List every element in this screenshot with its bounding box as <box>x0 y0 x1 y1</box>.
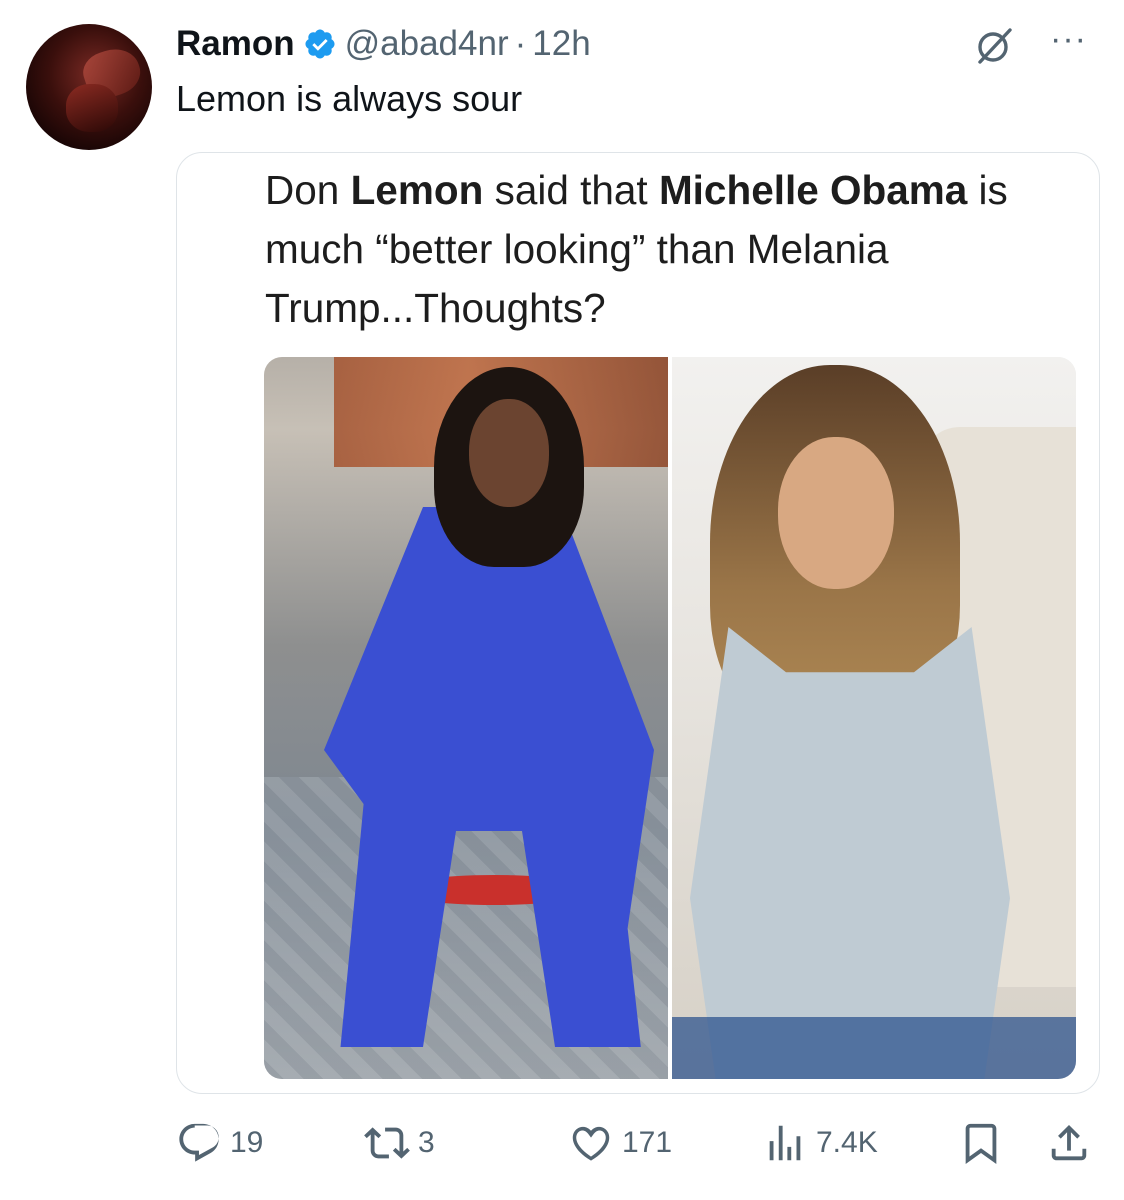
repost-button[interactable]: 3 <box>364 1118 435 1168</box>
grok-icon[interactable] <box>972 24 1016 68</box>
photo-divider <box>668 357 672 1079</box>
right-photo <box>670 357 1076 1079</box>
tweet-text: Lemon is always sour <box>176 78 523 119</box>
reply-icon <box>179 1123 219 1162</box>
meme-photos[interactable] <box>264 357 1076 1079</box>
blue-trim-shape <box>670 1017 1076 1079</box>
caption-part: Don <box>265 167 351 213</box>
reply-button[interactable]: 19 <box>176 1118 263 1168</box>
author-handle[interactable]: @abad4nr <box>345 24 509 64</box>
timestamp[interactable]: 12h <box>532 24 590 64</box>
action-bar: 19 3 171 7.4K <box>0 1118 1124 1168</box>
more-icon[interactable]: ··· <box>1050 20 1087 59</box>
meme-caption: Don Lemon said that Michelle Obama is mu… <box>265 161 1087 338</box>
bookmark-button[interactable] <box>958 1118 1004 1168</box>
views-count: 7.4K <box>816 1126 878 1159</box>
share-icon <box>1051 1124 1087 1161</box>
views-button[interactable]: 7.4K <box>762 1118 878 1168</box>
share-button[interactable] <box>1046 1118 1092 1168</box>
caption-part-bold: Michelle Obama <box>658 167 968 213</box>
author-name[interactable]: Ramon <box>176 24 295 64</box>
tweet-header: Ramon @abad4nr · 12h <box>176 22 591 66</box>
left-photo <box>264 357 670 1079</box>
repost-icon <box>364 1127 410 1159</box>
bookmark-icon <box>965 1123 997 1164</box>
avatar[interactable] <box>26 24 152 150</box>
like-icon <box>572 1126 610 1161</box>
verified-badge-icon <box>305 29 335 59</box>
like-button[interactable]: 171 <box>568 1118 672 1168</box>
media-card[interactable]: Don Lemon said that Michelle Obama is mu… <box>176 152 1100 1094</box>
face-shape <box>469 399 549 507</box>
face-shape <box>778 437 894 589</box>
views-icon <box>769 1125 801 1161</box>
caption-part-bold: Lemon <box>350 167 484 213</box>
repost-count: 3 <box>418 1126 435 1159</box>
caption-part: said that <box>483 167 659 213</box>
like-count: 171 <box>622 1126 673 1159</box>
avatar-face-shape <box>66 84 118 132</box>
dress-shape <box>690 627 1010 1079</box>
separator-dot: · <box>514 24 527 63</box>
reply-count: 19 <box>230 1126 264 1159</box>
